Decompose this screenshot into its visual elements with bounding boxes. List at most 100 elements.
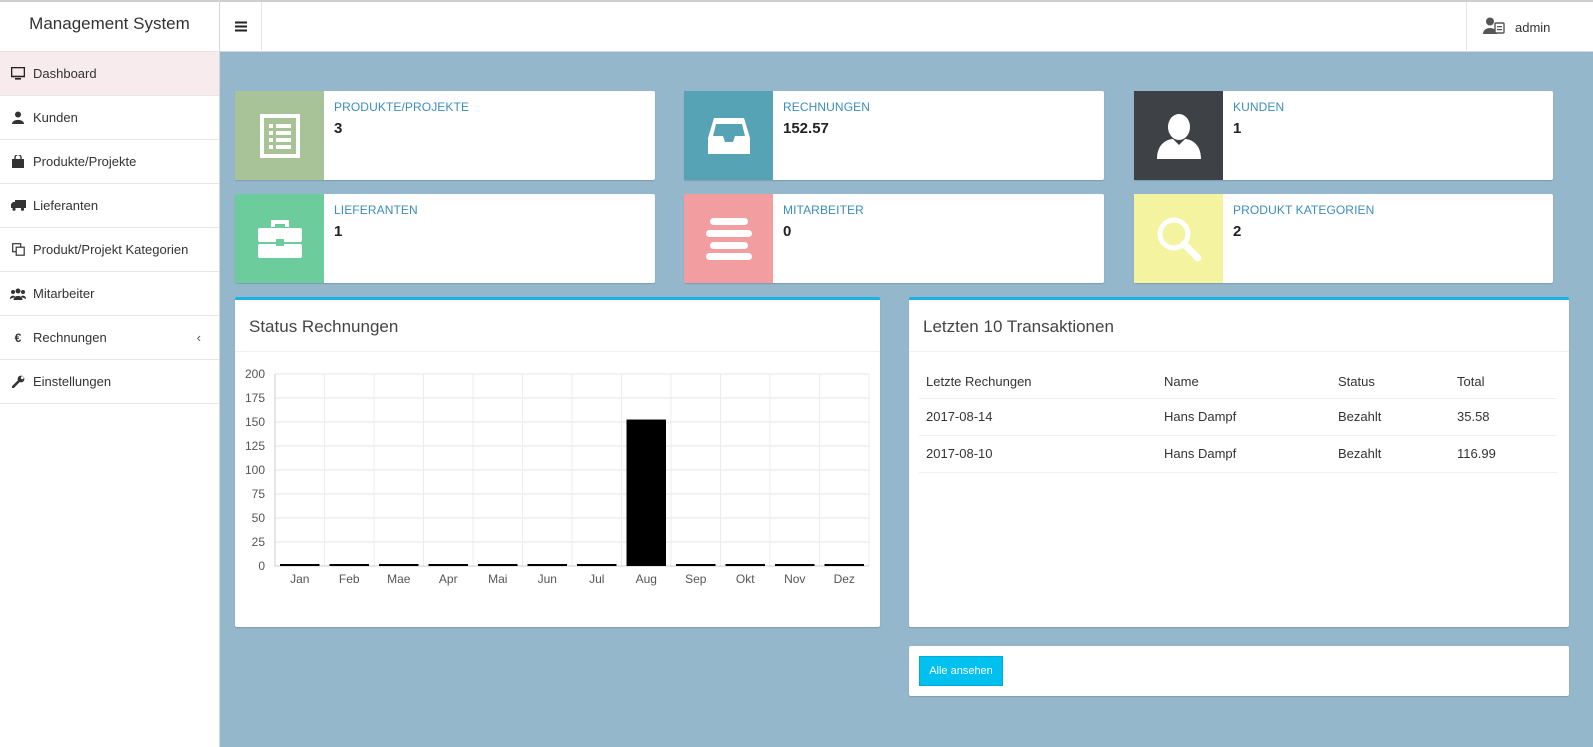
sidebar-item-rechnungen[interactable]: € Rechnungen ‹: [0, 316, 219, 360]
bar: [725, 564, 765, 566]
main-content: PRODUKTE/PROJEKTE 3 RECHNUNGEN 152.57 KU…: [220, 52, 1593, 747]
stack-icon: [684, 194, 773, 283]
sidebar-item-lieferanten[interactable]: Lieferanten: [0, 184, 219, 228]
stat-produkte-box[interactable]: PRODUKTE/PROJEKTE 3: [235, 91, 655, 180]
table-header-row: Letzte Rechungen Name Status Total: [919, 366, 1557, 399]
x-tick-label: Sep: [685, 572, 707, 586]
column-header: Status: [1331, 366, 1450, 399]
x-tick-label: Nov: [784, 572, 805, 586]
x-tick-label: Jul: [589, 572, 604, 586]
stat-value: 1: [334, 223, 343, 240]
x-tick-label: Aug: [636, 572, 657, 586]
stat-label: MITARBEITER: [783, 203, 864, 217]
user-account-icon: [1483, 17, 1505, 37]
table-cell: Bezahlt: [1331, 398, 1450, 436]
chart-panel: Status Rechnungen 0 25 50 75 100 125 150 175 200…: [235, 297, 880, 627]
euro-icon: €: [14, 330, 22, 345]
x-tick-label: Apr: [439, 572, 458, 586]
app-title[interactable]: Management System: [0, 0, 219, 52]
sidebar-item-kategorien[interactable]: Produkt/Projekt Kategorien: [0, 228, 219, 272]
sidebar-item-einstellungen[interactable]: Einstellungen: [0, 360, 219, 404]
y-tick-label: 75: [252, 487, 266, 501]
stat-label: KUNDEN: [1233, 100, 1285, 114]
sidebar-item-label: Rechnungen: [33, 330, 107, 345]
sidebar-item-mitarbeiter[interactable]: Mitarbeiter: [0, 272, 219, 316]
sidebar-item-label: Produkte/Projekte: [33, 154, 137, 169]
bar: [280, 564, 320, 566]
table-cell: 116.99: [1450, 435, 1557, 473]
table-cell: 2017-08-14: [919, 398, 1157, 436]
sidebar-item-kunden[interactable]: Kunden: [0, 96, 219, 140]
y-tick-label: 175: [245, 391, 265, 405]
x-tick-label: Jun: [538, 572, 557, 586]
hamburger-icon: [234, 20, 247, 35]
x-tick-label: Jan: [290, 572, 309, 586]
y-tick-label: 25: [252, 535, 266, 549]
column-header: Total: [1450, 366, 1557, 399]
bar: [824, 564, 864, 566]
bar: [626, 419, 666, 566]
y-tick-label: 100: [245, 463, 265, 477]
transactions-title: Letzten 10 Transaktionen: [909, 300, 1569, 352]
copy-icon: [10, 242, 26, 258]
bar: [478, 564, 518, 566]
bar-chart: 0 25 50 75 100 125 150 175 200 Jan Feb Mae Apr Mai Jun…: [245, 367, 870, 586]
shopping-bag-icon: [10, 154, 26, 170]
y-tick-label: 0: [258, 559, 265, 573]
topbar: admin: [220, 0, 1593, 52]
search-icon: [1134, 194, 1223, 283]
table-cell: Bezahlt: [1331, 435, 1450, 473]
table-row[interactable]: 2017-08-14 Hans Dampf Bezahlt 35.58: [919, 398, 1557, 436]
stat-kategorien-box[interactable]: PRODUKT KATEGORIEN 2: [1134, 194, 1553, 283]
sidebar-item-label: Einstellungen: [33, 374, 112, 389]
stat-rechnungen-box[interactable]: RECHNUNGEN 152.57: [684, 91, 1104, 180]
stat-label: RECHNUNGEN: [783, 100, 871, 114]
view-all-button[interactable]: Alle ansehen: [919, 656, 1003, 686]
list-icon: [235, 91, 324, 180]
menu-toggle-button[interactable]: [220, 2, 262, 52]
bar: [428, 564, 468, 566]
y-tick-label: 200: [245, 367, 265, 381]
sidebar-item-produkte[interactable]: Produkte/Projekte: [0, 140, 219, 184]
y-tick-label: 150: [245, 415, 265, 429]
transactions-footer: Alle ansehen: [909, 646, 1569, 696]
column-header: Name: [1157, 366, 1331, 399]
table-cell: 2017-08-10: [919, 435, 1157, 473]
bar: [775, 564, 815, 566]
inbox-icon: [684, 91, 773, 180]
stat-lieferanten-box[interactable]: LIEFERANTEN 1: [235, 194, 655, 283]
table-row[interactable]: 2017-08-10 Hans Dampf Bezahlt 116.99: [919, 435, 1557, 473]
chart-panel-title: Status Rechnungen: [235, 300, 880, 352]
sidebar-item-label: Kunden: [33, 110, 78, 125]
briefcase-icon: [235, 194, 324, 283]
sidebar-item-dashboard[interactable]: Dashboard: [0, 52, 219, 96]
sidebar: Management System Dashboard Kunden Produ…: [0, 0, 220, 747]
chevron-left-icon[interactable]: ‹: [197, 330, 201, 345]
bar: [527, 564, 567, 566]
table-cell: Hans Dampf: [1157, 398, 1331, 436]
stat-mitarbeiter-box[interactable]: MITARBEITER 0: [684, 194, 1104, 283]
stat-value: 3: [334, 120, 343, 137]
stat-value: 2: [1233, 223, 1242, 240]
bar: [329, 564, 369, 566]
truck-icon: [10, 198, 26, 214]
stat-label: PRODUKTE/PROJEKTE: [334, 100, 470, 114]
stat-value: 0: [783, 223, 792, 240]
sidebar-item-label: Lieferanten: [33, 198, 99, 213]
users-icon: [10, 286, 26, 302]
x-tick-label: Mai: [488, 572, 507, 586]
bar: [577, 564, 617, 566]
x-tick-label: Okt: [736, 572, 755, 586]
sidebar-item-label: Mitarbeiter: [33, 286, 95, 301]
table-cell: 35.58: [1450, 398, 1557, 436]
transactions-table: Letzte Rechungen Name Status Total 2017-…: [919, 366, 1557, 473]
monitor-icon: [10, 66, 26, 82]
sidebar-item-label: Dashboard: [33, 66, 97, 81]
user-icon: [10, 110, 26, 126]
user-menu[interactable]: admin: [1466, 2, 1593, 52]
x-tick-label: Mae: [387, 572, 411, 586]
x-tick-label: Dez: [834, 572, 855, 586]
stat-kunden-box[interactable]: KUNDEN 1: [1134, 91, 1553, 180]
column-header: Letzte Rechungen: [919, 366, 1157, 399]
x-tick-label: Feb: [339, 572, 360, 586]
